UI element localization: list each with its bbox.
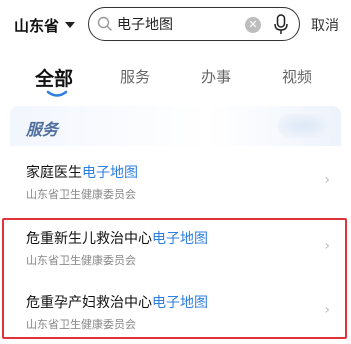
annotation-highlight-box: [2, 218, 347, 339]
tab-bar: 全部 服务 办事 视频: [0, 60, 351, 100]
item-title-prefix: 家庭医生: [26, 165, 82, 181]
microphone-icon[interactable]: [273, 14, 289, 36]
item-title-highlight: 电子地图: [82, 165, 138, 181]
clear-icon[interactable]: ✕: [245, 17, 261, 33]
caret-down-icon: [65, 22, 76, 28]
top-bar: 山东省 ✕ 取消: [0, 0, 351, 52]
tab-all[interactable]: 全部: [35, 64, 73, 91]
tab-services[interactable]: 服务: [120, 66, 150, 87]
search-icon: [97, 16, 112, 31]
tab-videos[interactable]: 视频: [282, 66, 312, 87]
item-title: 家庭医生电子地图: [26, 162, 336, 182]
decorative-graphic: [278, 114, 330, 138]
section-header: 服务: [10, 106, 341, 146]
section-title: 服务: [26, 120, 59, 139]
tab-affairs[interactable]: 办事: [201, 66, 231, 87]
search-input[interactable]: [117, 12, 257, 36]
tab-active-indicator: [46, 90, 68, 97]
province-label: 山东省: [14, 16, 60, 35]
search-box[interactable]: ✕: [88, 7, 300, 41]
cancel-button[interactable]: 取消: [311, 15, 339, 35]
item-subtitle: 山东省卫生健康委员会: [26, 188, 136, 201]
list-item[interactable]: 家庭医生电子地图 山东省卫生健康委员会 ›: [26, 162, 336, 202]
chevron-right-icon: ›: [324, 172, 330, 188]
province-selector[interactable]: 山东省: [14, 14, 76, 36]
